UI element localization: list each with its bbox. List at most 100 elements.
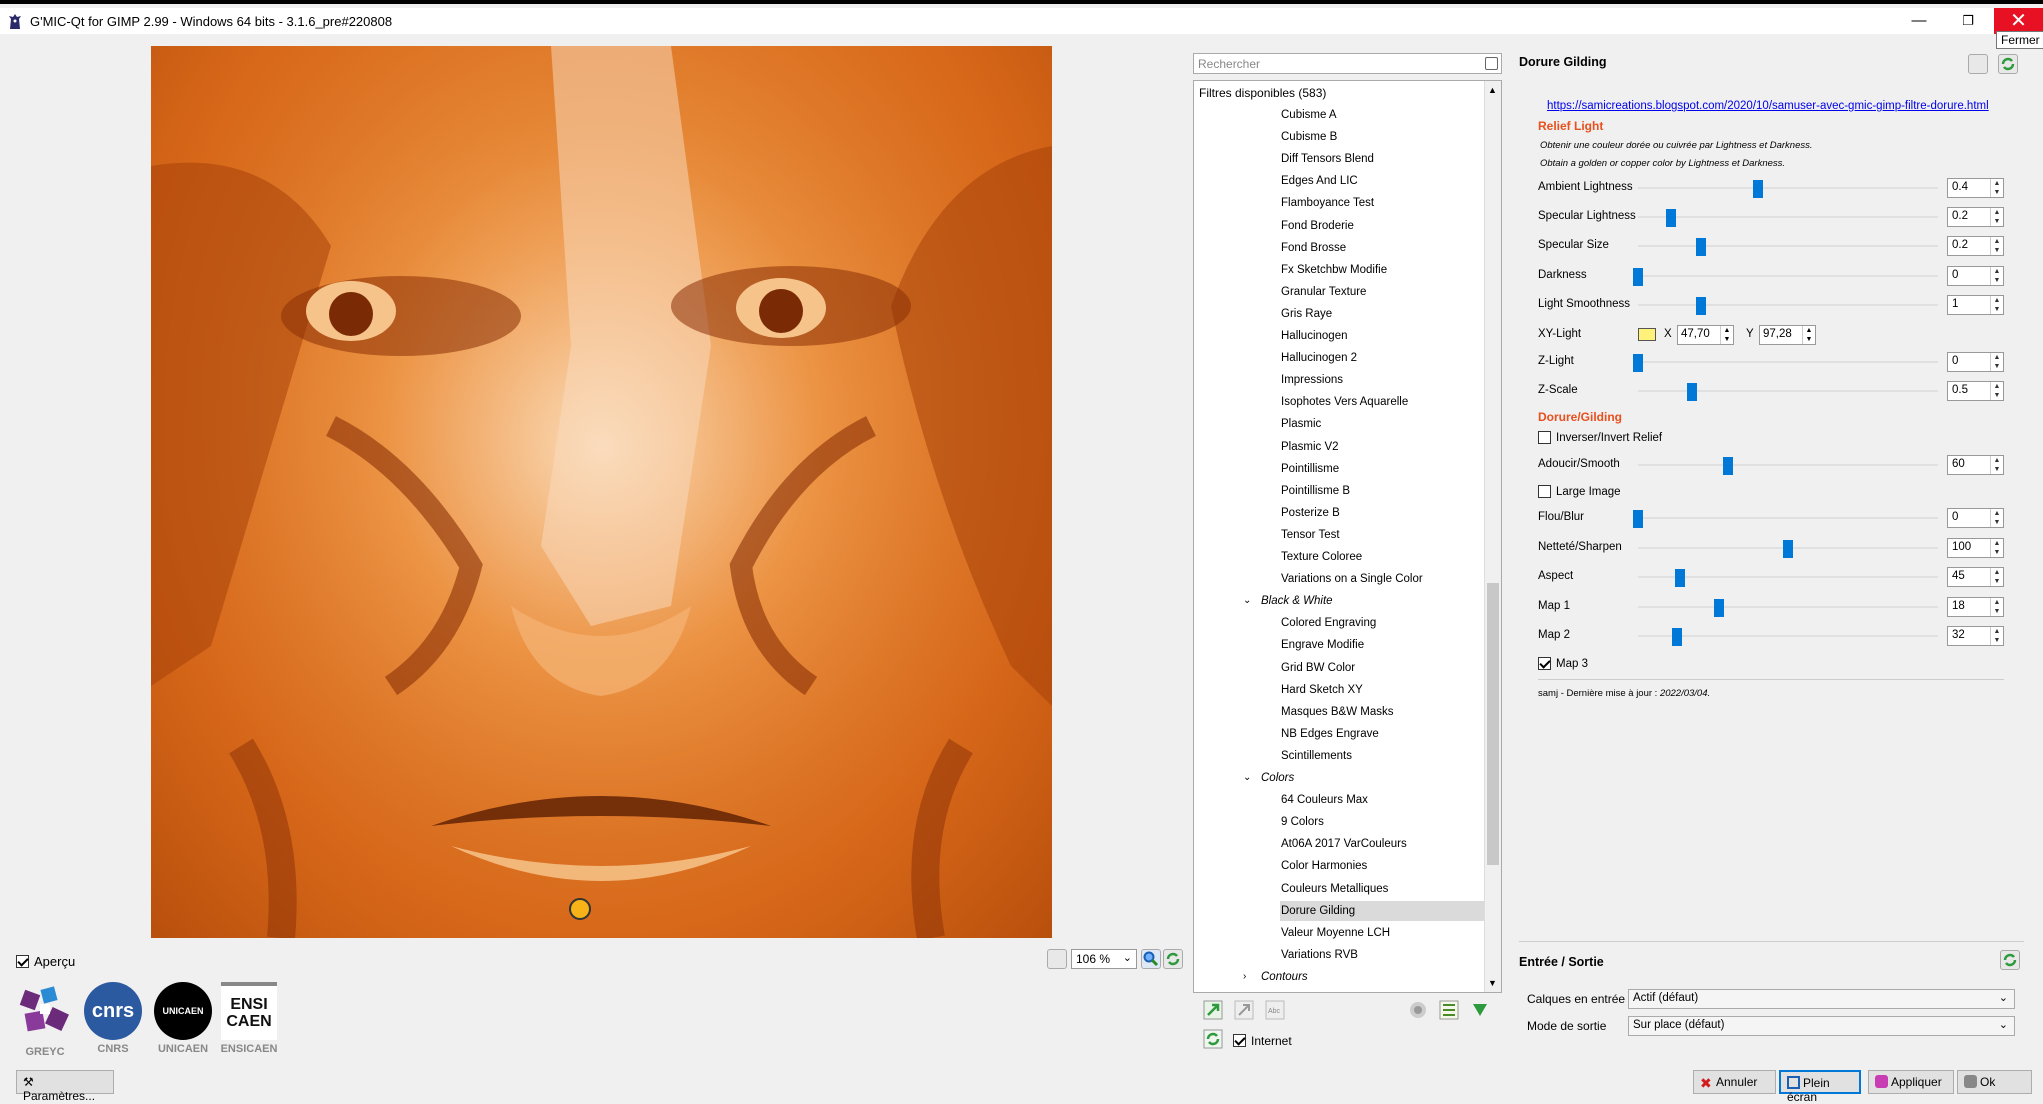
param-spinbox[interactable]: 0.2 ▲ ▼ [1947, 207, 2004, 227]
param-spinbox[interactable]: 1 ▲ ▼ [1947, 295, 2004, 315]
filter-item[interactable]: Variations RVB [1281, 945, 1358, 965]
spin-arrows-icon[interactable]: ▲ ▼ [1990, 208, 2003, 226]
filter-category[interactable]: Black & White [1261, 591, 1333, 611]
spin-arrows-icon[interactable]: ▲ ▼ [1990, 353, 2003, 371]
param-spinbox[interactable]: 18 ▲ ▼ [1947, 597, 2004, 617]
preview-checkbox[interactable] [16, 955, 29, 969]
filter-item[interactable]: Posterize B [1281, 503, 1340, 523]
slider-handle[interactable] [1696, 238, 1706, 256]
param-slider[interactable] [1638, 238, 1938, 256]
slider-handle[interactable] [1672, 628, 1682, 646]
spin-arrows-icon[interactable]: ▲ ▼ [1990, 598, 2003, 616]
large-image-toggle[interactable]: Large Image [1538, 485, 1621, 498]
rename-favorite-icon[interactable]: Abc [1265, 1000, 1285, 1020]
x-spin-arrows[interactable]: ▲ ▼ [1720, 326, 1733, 344]
slider-handle[interactable] [1696, 297, 1706, 315]
slider-handle[interactable] [1783, 540, 1793, 558]
y-spin-arrows[interactable]: ▲ ▼ [1802, 326, 1815, 344]
param-slider[interactable] [1638, 599, 1938, 617]
internet-checkbox[interactable] [1233, 1034, 1246, 1048]
filter-item[interactable]: Pointillisme B [1281, 481, 1350, 501]
refresh-preview-icon[interactable] [1163, 949, 1183, 969]
cancel-button[interactable]: ✖ Annuler [1693, 1070, 1776, 1094]
param-spinbox[interactable]: 100 ▲ ▼ [1947, 538, 2004, 558]
minimize-button[interactable]: — [1896, 8, 1942, 34]
param-spinbox[interactable]: 0.5 ▲ ▼ [1947, 381, 2004, 401]
slider-handle[interactable] [1687, 383, 1697, 401]
param-spinbox[interactable]: 0 ▲ ▼ [1947, 352, 2004, 372]
param-slider[interactable] [1638, 457, 1938, 475]
add-favorite-icon[interactable] [1203, 1000, 1223, 1020]
large-image-checkbox[interactable] [1538, 485, 1551, 498]
scroll-down-icon[interactable]: ▼ [1488, 978, 1497, 988]
filter-item[interactable]: Cubisme B [1281, 127, 1337, 147]
spin-arrows-icon[interactable]: ▲ ▼ [1990, 456, 2003, 474]
filter-item[interactable]: Masques B&W Masks [1281, 702, 1393, 722]
filter-item[interactable]: Hard Sketch XY [1281, 680, 1363, 700]
search-icon[interactable] [1485, 57, 1498, 70]
filter-item[interactable]: Hallucinogen 2 [1281, 348, 1357, 368]
slider-handle[interactable] [1633, 354, 1643, 372]
param-slider[interactable] [1638, 540, 1938, 558]
light-position-handle[interactable] [569, 898, 591, 920]
spin-arrows-icon[interactable]: ▲ ▼ [1990, 509, 2003, 527]
slider-handle[interactable] [1633, 510, 1643, 528]
param-spinbox[interactable]: 0.4 ▲ ▼ [1947, 178, 2004, 198]
zoom-select[interactable]: 106 % ⌄ [1071, 949, 1137, 969]
invert-relief-toggle[interactable]: Inverser/Invert Relief [1538, 431, 1662, 444]
filter-item[interactable]: Variations on a Single Color [1281, 569, 1423, 589]
filter-search-input[interactable]: Rechercher [1193, 53, 1502, 74]
ok-button[interactable]: Ok [1957, 1070, 2032, 1094]
filter-item[interactable]: 64 Couleurs Max [1281, 790, 1368, 810]
preview-toggle[interactable]: Aperçu [16, 953, 75, 969]
spin-arrows-icon[interactable]: ▲ ▼ [1990, 296, 2003, 314]
slider-handle[interactable] [1723, 457, 1733, 475]
y-spinbox[interactable]: 97,28 ▲ ▼ [1759, 325, 1816, 345]
param-spinbox[interactable]: 0.2 ▲ ▼ [1947, 236, 2004, 256]
filter-item[interactable]: Fx Sketchbw Modifie [1281, 260, 1387, 280]
filter-doc-link[interactable]: https://samicreations.blogspot.com/2020/… [1547, 100, 1989, 112]
param-spinbox[interactable]: 0 ▲ ▼ [1947, 508, 2004, 528]
filter-item[interactable]: Valeur Moyenne LCH [1281, 923, 1390, 943]
maximize-button[interactable]: ❐ [1945, 8, 1991, 34]
filter-item[interactable]: At06A 2017 VarCouleurs [1281, 834, 1407, 854]
spin-arrows-icon[interactable]: ▲ ▼ [1990, 237, 2003, 255]
update-filters-icon[interactable] [1203, 1029, 1223, 1049]
input-layers-select[interactable]: Actif (défaut) ⌄ [1628, 989, 2015, 1009]
spin-arrows-icon[interactable]: ▲ ▼ [1990, 179, 2003, 197]
map3-toggle[interactable]: Map 3 [1538, 657, 1588, 670]
filter-item[interactable]: Diff Tensors Blend [1281, 149, 1374, 169]
invert-relief-checkbox[interactable] [1538, 431, 1551, 444]
param-slider[interactable] [1638, 297, 1938, 315]
filter-item[interactable]: Hallucinogen [1281, 326, 1348, 346]
filter-item[interactable]: Edges And LIC [1281, 171, 1358, 191]
apply-button[interactable]: Appliquer [1868, 1070, 1954, 1094]
param-slider[interactable] [1633, 354, 1938, 372]
param-spinbox[interactable]: 0 ▲ ▼ [1947, 266, 2004, 286]
filter-category[interactable]: Colors [1261, 768, 1294, 788]
spin-arrows-icon[interactable]: ▲ ▼ [1990, 568, 2003, 586]
filter-item[interactable]: Texture Coloree [1281, 547, 1362, 567]
param-spinbox[interactable]: 45 ▲ ▼ [1947, 567, 2004, 587]
filter-item[interactable]: Cubisme A [1281, 105, 1337, 125]
remove-favorite-icon[interactable] [1234, 1000, 1254, 1020]
settings-button[interactable]: ⚒ Paramètres... [16, 1070, 114, 1103]
slider-handle[interactable] [1675, 569, 1685, 587]
param-spinbox[interactable]: 32 ▲ ▼ [1947, 626, 2004, 646]
spin-arrows-icon[interactable]: ▲ ▼ [1990, 627, 2003, 645]
light-color-swatch[interactable] [1638, 328, 1656, 341]
expand-arrow-icon[interactable]: › [1243, 971, 1246, 982]
filter-item[interactable]: Couleurs Metalliques [1281, 879, 1388, 899]
param-slider[interactable] [1638, 180, 1938, 198]
filter-item[interactable]: Pointillisme [1281, 459, 1339, 479]
param-slider[interactable] [1633, 510, 1938, 528]
param-spinbox[interactable]: 60 ▲ ▼ [1947, 455, 2004, 475]
filter-item[interactable]: Engrave Modifie [1281, 635, 1364, 655]
param-slider[interactable] [1638, 569, 1938, 587]
filter-item[interactable]: Scintillements [1281, 746, 1352, 766]
scroll-up-icon[interactable]: ▲ [1488, 85, 1497, 95]
filter-item[interactable]: Granular Texture [1281, 282, 1366, 302]
fullscreen-button[interactable]: Plein écran [1779, 1070, 1861, 1104]
collapse-arrow-icon[interactable]: ⌄ [1243, 595, 1251, 606]
scrollbar-thumb[interactable] [1487, 583, 1499, 865]
